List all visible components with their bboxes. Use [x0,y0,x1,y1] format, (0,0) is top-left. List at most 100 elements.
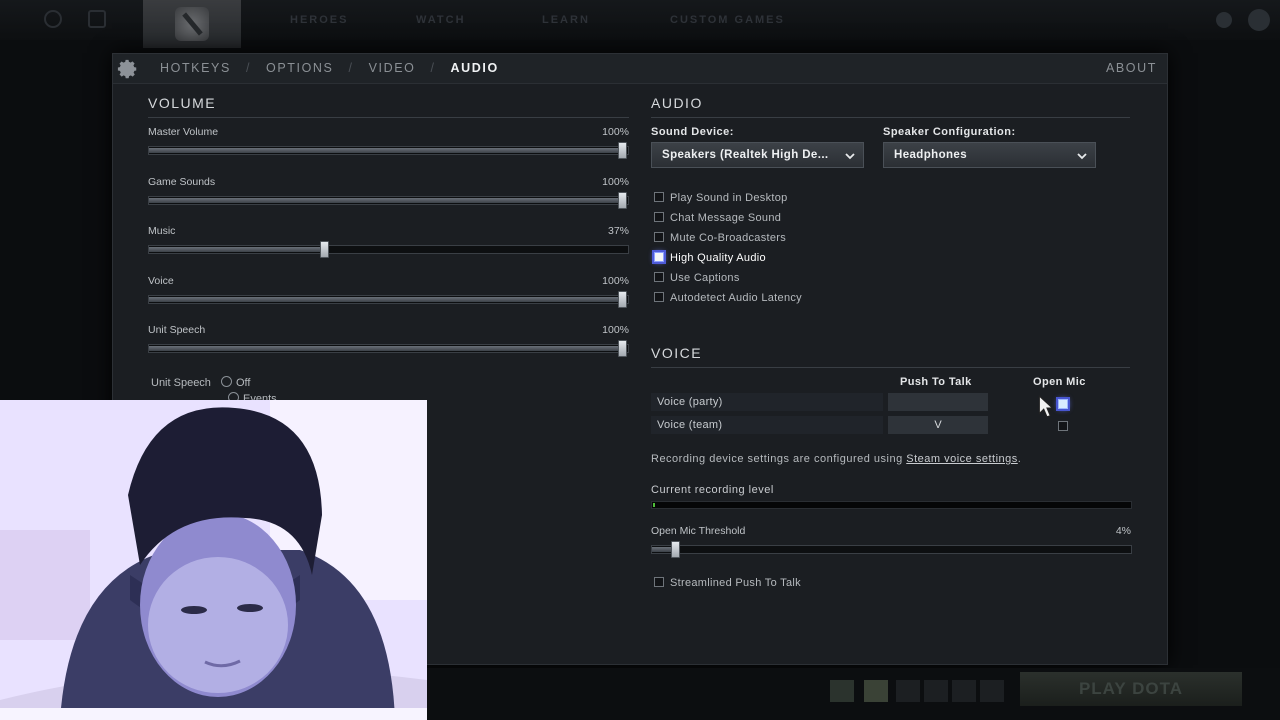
play-dota-button[interactable]: PLAY DOTA [1020,672,1242,706]
about-link[interactable]: ABOUT [1106,61,1157,75]
high-quality-audio-checkbox[interactable] [654,252,664,262]
chat-message-sound-checkbox-row[interactable]: Chat Message Sound [654,212,781,226]
audio-section-title: AUDIO [651,95,703,111]
recording-note-prefix: Recording device settings are configured… [651,453,907,465]
voice-slider-fill [149,296,622,302]
open-mic-threshold-fill [652,547,672,552]
play-sound-in-desktop-checkbox[interactable] [654,192,664,202]
tab-separator: / [245,61,252,75]
recording-level-meter [651,501,1132,509]
voice-party-open-mic-checkbox[interactable] [1058,399,1068,409]
tab-audio[interactable]: AUDIO [451,61,499,75]
volume-section-title: VOLUME [148,95,217,111]
chevron-down-icon [1077,153,1087,160]
use-captions-checkbox[interactable] [654,272,664,282]
mute-co-broadcasters-label: Mute Co-Broadcasters [670,232,787,244]
streamlined-ptt-checkbox-row[interactable]: Streamlined Push To Talk [654,577,801,591]
open-mic-threshold-knob[interactable] [671,541,680,558]
master-volume-value: 100% [602,126,629,138]
play-sound-in-desktop-checkbox-row[interactable]: Play Sound in Desktop [654,192,788,206]
music-slider[interactable] [148,241,629,258]
party-slot-icon[interactable] [980,680,1004,702]
master-volume-slider[interactable] [148,142,629,159]
recording-note-suffix: . [1017,453,1022,465]
mute-co-broadcasters-checkbox[interactable] [654,232,664,242]
notification-icon[interactable] [1216,12,1232,28]
game-sounds-slider-knob[interactable] [618,191,627,209]
party-slot-icon[interactable] [924,680,948,702]
voice-slider-knob[interactable] [618,290,627,308]
settings-dot-icon[interactable] [44,10,62,28]
radio-off[interactable] [220,376,232,387]
dota-logo-tile[interactable] [143,0,241,48]
settings-tabs: HOTKEYS / OPTIONS / VIDEO / AUDIO [160,61,499,75]
voice-party-key[interactable] [888,393,988,411]
voice-value: 100% [602,274,629,287]
streamlined-ptt-checkbox[interactable] [654,577,664,587]
party-slot-icon[interactable] [896,680,920,702]
tab-video[interactable]: VIDEO [369,61,416,75]
chevron-down-icon [845,153,855,160]
voice-section-title: VOICE [651,345,703,361]
game-sounds-slider-fill [149,197,622,203]
open-mic-header: Open Mic [1033,376,1086,388]
arrows-icon[interactable] [88,10,106,28]
mouse-cursor-icon [1038,395,1054,418]
game-sounds-label: Game Sounds [148,175,216,188]
top-nav-bar: HEROES WATCH LEARN CUSTOM GAMES [0,0,1280,48]
unit-speech-slider-knob[interactable] [618,340,627,357]
tab-options[interactable]: OPTIONS [266,61,333,75]
sound-device-label: Sound Device: [651,126,734,138]
settings-header: HOTKEYS / OPTIONS / VIDEO / AUDIO ABOUT [113,54,1167,84]
voice-team-key[interactable]: V [888,416,988,434]
party-slot-icon[interactable] [952,680,976,702]
game-sounds-value: 100% [602,175,629,188]
music-label: Music [148,225,176,237]
autodetect-audio-latency-checkbox-row[interactable]: Autodetect Audio Latency [654,292,802,306]
nav-heroes[interactable]: HEROES [290,14,348,26]
speaker-config-value: Headphones [894,149,968,161]
voice-team-row: Voice (team) [651,416,883,434]
mute-co-broadcasters-checkbox-row[interactable]: Mute Co-Broadcasters [654,232,786,246]
unit-speech-value: 100% [602,324,629,336]
use-captions-label: Use Captions [670,272,740,284]
volume-divider [148,117,629,118]
open-mic-threshold-slider[interactable] [651,541,1132,558]
sound-device-value: Speakers (Realtek High De... [662,149,829,161]
avatar[interactable] [1248,9,1270,31]
nav-watch[interactable]: WATCH [416,14,466,26]
nav-custom-games[interactable]: CUSTOM GAMES [670,14,785,26]
dota-logo-icon [175,7,209,41]
webcam-person-image [0,400,427,720]
party-slot-icon[interactable] [830,680,854,702]
party-slot-icon[interactable] [864,680,888,702]
unit-speech-slider-fill [149,346,622,351]
voice-divider [651,367,1130,368]
autodetect-audio-latency-checkbox[interactable] [654,292,664,302]
voice-team-open-mic-checkbox[interactable] [1058,421,1068,431]
high-quality-audio-label: High Quality Audio [670,252,766,264]
radio-off-label: Off [235,377,251,389]
use-captions-checkbox-row[interactable]: Use Captions [654,272,740,286]
high-quality-audio-checkbox-row[interactable]: High Quality Audio [654,252,766,266]
speaker-config-dropdown[interactable]: Headphones [883,142,1096,168]
tab-hotkeys[interactable]: HOTKEYS [160,61,231,75]
voice-party-label: Voice (party) [657,396,723,408]
sound-device-dropdown[interactable]: Speakers (Realtek High De... [651,142,864,168]
play-sound-in-desktop-label: Play Sound in Desktop [670,192,788,204]
voice-slider[interactable] [148,290,629,308]
master-volume-slider-knob[interactable] [618,142,627,159]
nav-learn[interactable]: LEARN [542,14,590,26]
music-slider-knob[interactable] [320,241,329,258]
steam-voice-settings-link[interactable]: Steam voice settings [906,453,1018,465]
gear-icon[interactable] [117,58,139,80]
open-mic-threshold-label: Open Mic Threshold [651,525,746,537]
speaker-config-label: Speaker Configuration: [883,126,1016,138]
chat-message-sound-checkbox[interactable] [654,212,664,222]
unit-speech-slider[interactable] [148,340,629,357]
chat-message-sound-label: Chat Message Sound [670,212,782,224]
unit-speech-setting-label: Unit Speech [151,377,211,389]
recording-level-fill [653,503,655,507]
game-sounds-slider[interactable] [148,191,629,209]
streamlined-ptt-label: Streamlined Push To Talk [670,577,801,589]
